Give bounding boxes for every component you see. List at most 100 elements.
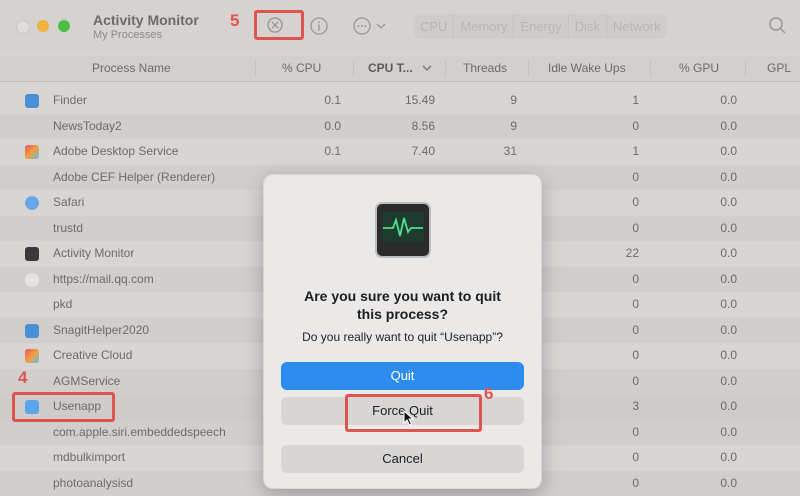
- zoom-window-button[interactable]: [58, 20, 70, 32]
- table-row[interactable]: Finder 0.1 15.49 9 1 0.0: [0, 88, 800, 114]
- app-subtitle: My Processes: [93, 29, 162, 41]
- idle-wake-ups-value: 0: [610, 343, 639, 369]
- dialog-title-line1: Are you sure you want to quit: [274, 287, 531, 305]
- cancel-button[interactable]: Cancel: [281, 445, 524, 473]
- annotation-highlight-usenapp: [12, 392, 115, 422]
- app-title: Activity Monitor: [93, 12, 199, 28]
- table-header: Process Name % CPU CPU T... Threads Idle…: [0, 56, 800, 82]
- column-idle-wake-ups[interactable]: Idle Wake Ups: [548, 56, 626, 81]
- cpu-value: 0.0: [300, 114, 341, 140]
- process-name: Creative Cloud: [53, 343, 132, 369]
- process-name: photoanalysisd: [53, 471, 133, 496]
- creative-cloud-icon: [25, 349, 39, 363]
- gpu-value: 0.0: [700, 369, 737, 395]
- process-name: com.apple.siri.embeddedspeech: [53, 420, 226, 446]
- info-button[interactable]: [309, 16, 329, 36]
- idle-wake-ups-value: 0: [610, 190, 639, 216]
- threads-value: 9: [490, 88, 517, 114]
- idle-wake-ups-value: 0: [610, 165, 639, 191]
- gpu-value: 0.0: [700, 471, 737, 496]
- process-name: mdbulkimport: [53, 445, 125, 471]
- toolbar: Activity Monitor My Processes: [0, 0, 800, 54]
- column-threads[interactable]: Threads: [463, 56, 507, 81]
- chevron-down-icon: [422, 64, 432, 72]
- finder-icon: [25, 94, 39, 108]
- tab-cpu[interactable]: CPU: [414, 14, 454, 39]
- column-divider[interactable]: [650, 60, 651, 77]
- column-divider[interactable]: [353, 60, 354, 77]
- idle-wake-ups-value: 0: [610, 369, 639, 395]
- category-tabs: CPU Memory Energy Disk Network: [414, 14, 667, 39]
- table-row[interactable]: NewsToday2 0.0 8.56 9 0 0.0: [0, 114, 800, 140]
- snagit-icon: [25, 324, 39, 338]
- idle-wake-ups-value: 1: [610, 88, 639, 114]
- gpu-value: 0.0: [700, 445, 737, 471]
- close-window-button[interactable]: [16, 20, 30, 34]
- gpu-value: 0.0: [700, 139, 737, 165]
- tab-energy[interactable]: Energy: [514, 14, 568, 39]
- ellipsis-icon: [352, 16, 392, 36]
- tab-network[interactable]: Network: [607, 14, 667, 39]
- column-gpu[interactable]: % GPU: [679, 56, 719, 81]
- gpu-value: 0.0: [700, 216, 737, 242]
- idle-wake-ups-value: 0: [610, 420, 639, 446]
- column-divider[interactable]: [745, 60, 746, 77]
- column-divider[interactable]: [255, 60, 256, 77]
- activity-monitor-app-icon: [375, 202, 431, 258]
- process-name: https://mail.qq.com: [53, 267, 154, 293]
- idle-wake-ups-value: 0: [610, 292, 639, 318]
- mouse-cursor-icon: [403, 410, 415, 426]
- gpu-value: 0.0: [700, 292, 737, 318]
- minimize-window-button[interactable]: [37, 20, 49, 32]
- process-name: trustd: [53, 216, 83, 242]
- gpu-value: 0.0: [700, 343, 737, 369]
- idle-wake-ups-value: 0: [610, 318, 639, 344]
- threads-value: 9: [490, 114, 517, 140]
- cpu-time-value: 15.49: [390, 88, 435, 114]
- column-process-name[interactable]: Process Name: [92, 56, 171, 81]
- idle-wake-ups-value: 3: [610, 394, 639, 420]
- annotation-step-4: 4: [18, 368, 27, 388]
- tab-disk[interactable]: Disk: [569, 14, 607, 39]
- adobe-desktop-service-icon: [25, 145, 39, 159]
- more-actions-button[interactable]: [352, 16, 392, 36]
- threads-value: 31: [490, 139, 517, 165]
- column-cpu[interactable]: % CPU: [282, 56, 321, 81]
- idle-wake-ups-value: 0: [610, 216, 639, 242]
- process-name: NewsToday2: [53, 114, 122, 140]
- idle-wake-ups-value: 1: [610, 139, 639, 165]
- idle-wake-ups-value: 0: [610, 267, 639, 293]
- cpu-time-value: 8.56: [390, 114, 435, 140]
- dialog-title-line2: this process?: [274, 305, 531, 323]
- process-name: Finder: [53, 88, 87, 114]
- quit-process-dialog: Are you sure you want to quit this proce…: [263, 174, 542, 489]
- cpu-time-value: 7.40: [390, 139, 435, 165]
- search-button[interactable]: [768, 16, 788, 36]
- idle-wake-ups-value: 22: [610, 241, 639, 267]
- table-row[interactable]: Adobe Desktop Service 0.1 7.40 31 1 0.0: [0, 139, 800, 165]
- cpu-value: 0.1: [300, 139, 341, 165]
- process-name: pkd: [53, 292, 72, 318]
- gpu-value: 0.0: [700, 420, 737, 446]
- idle-wake-ups-value: 0: [610, 114, 639, 140]
- activity-monitor-window: Activity Monitor My Processes: [0, 0, 800, 491]
- process-name: Safari: [53, 190, 84, 216]
- annotation-step-5: 5: [230, 11, 239, 31]
- idle-wake-ups-value: 0: [610, 445, 639, 471]
- column-divider[interactable]: [528, 60, 529, 77]
- web-page-icon: [25, 273, 39, 287]
- column-cpu-time[interactable]: CPU T...: [368, 56, 432, 81]
- annotation-step-6: 6: [484, 384, 493, 404]
- column-gpu-time[interactable]: GPL: [767, 56, 791, 81]
- gpu-value: 0.0: [700, 241, 737, 267]
- column-divider[interactable]: [445, 60, 446, 77]
- gpu-value: 0.0: [700, 394, 737, 420]
- annotation-highlight-stop-button: [254, 10, 304, 40]
- info-icon: [309, 16, 329, 36]
- safari-icon: [25, 196, 39, 210]
- gpu-value: 0.0: [700, 318, 737, 344]
- gpu-value: 0.0: [700, 267, 737, 293]
- dialog-title: Are you sure you want to quit this proce…: [274, 287, 531, 323]
- tab-memory[interactable]: Memory: [454, 14, 514, 39]
- cpu-value: 0.1: [300, 88, 341, 114]
